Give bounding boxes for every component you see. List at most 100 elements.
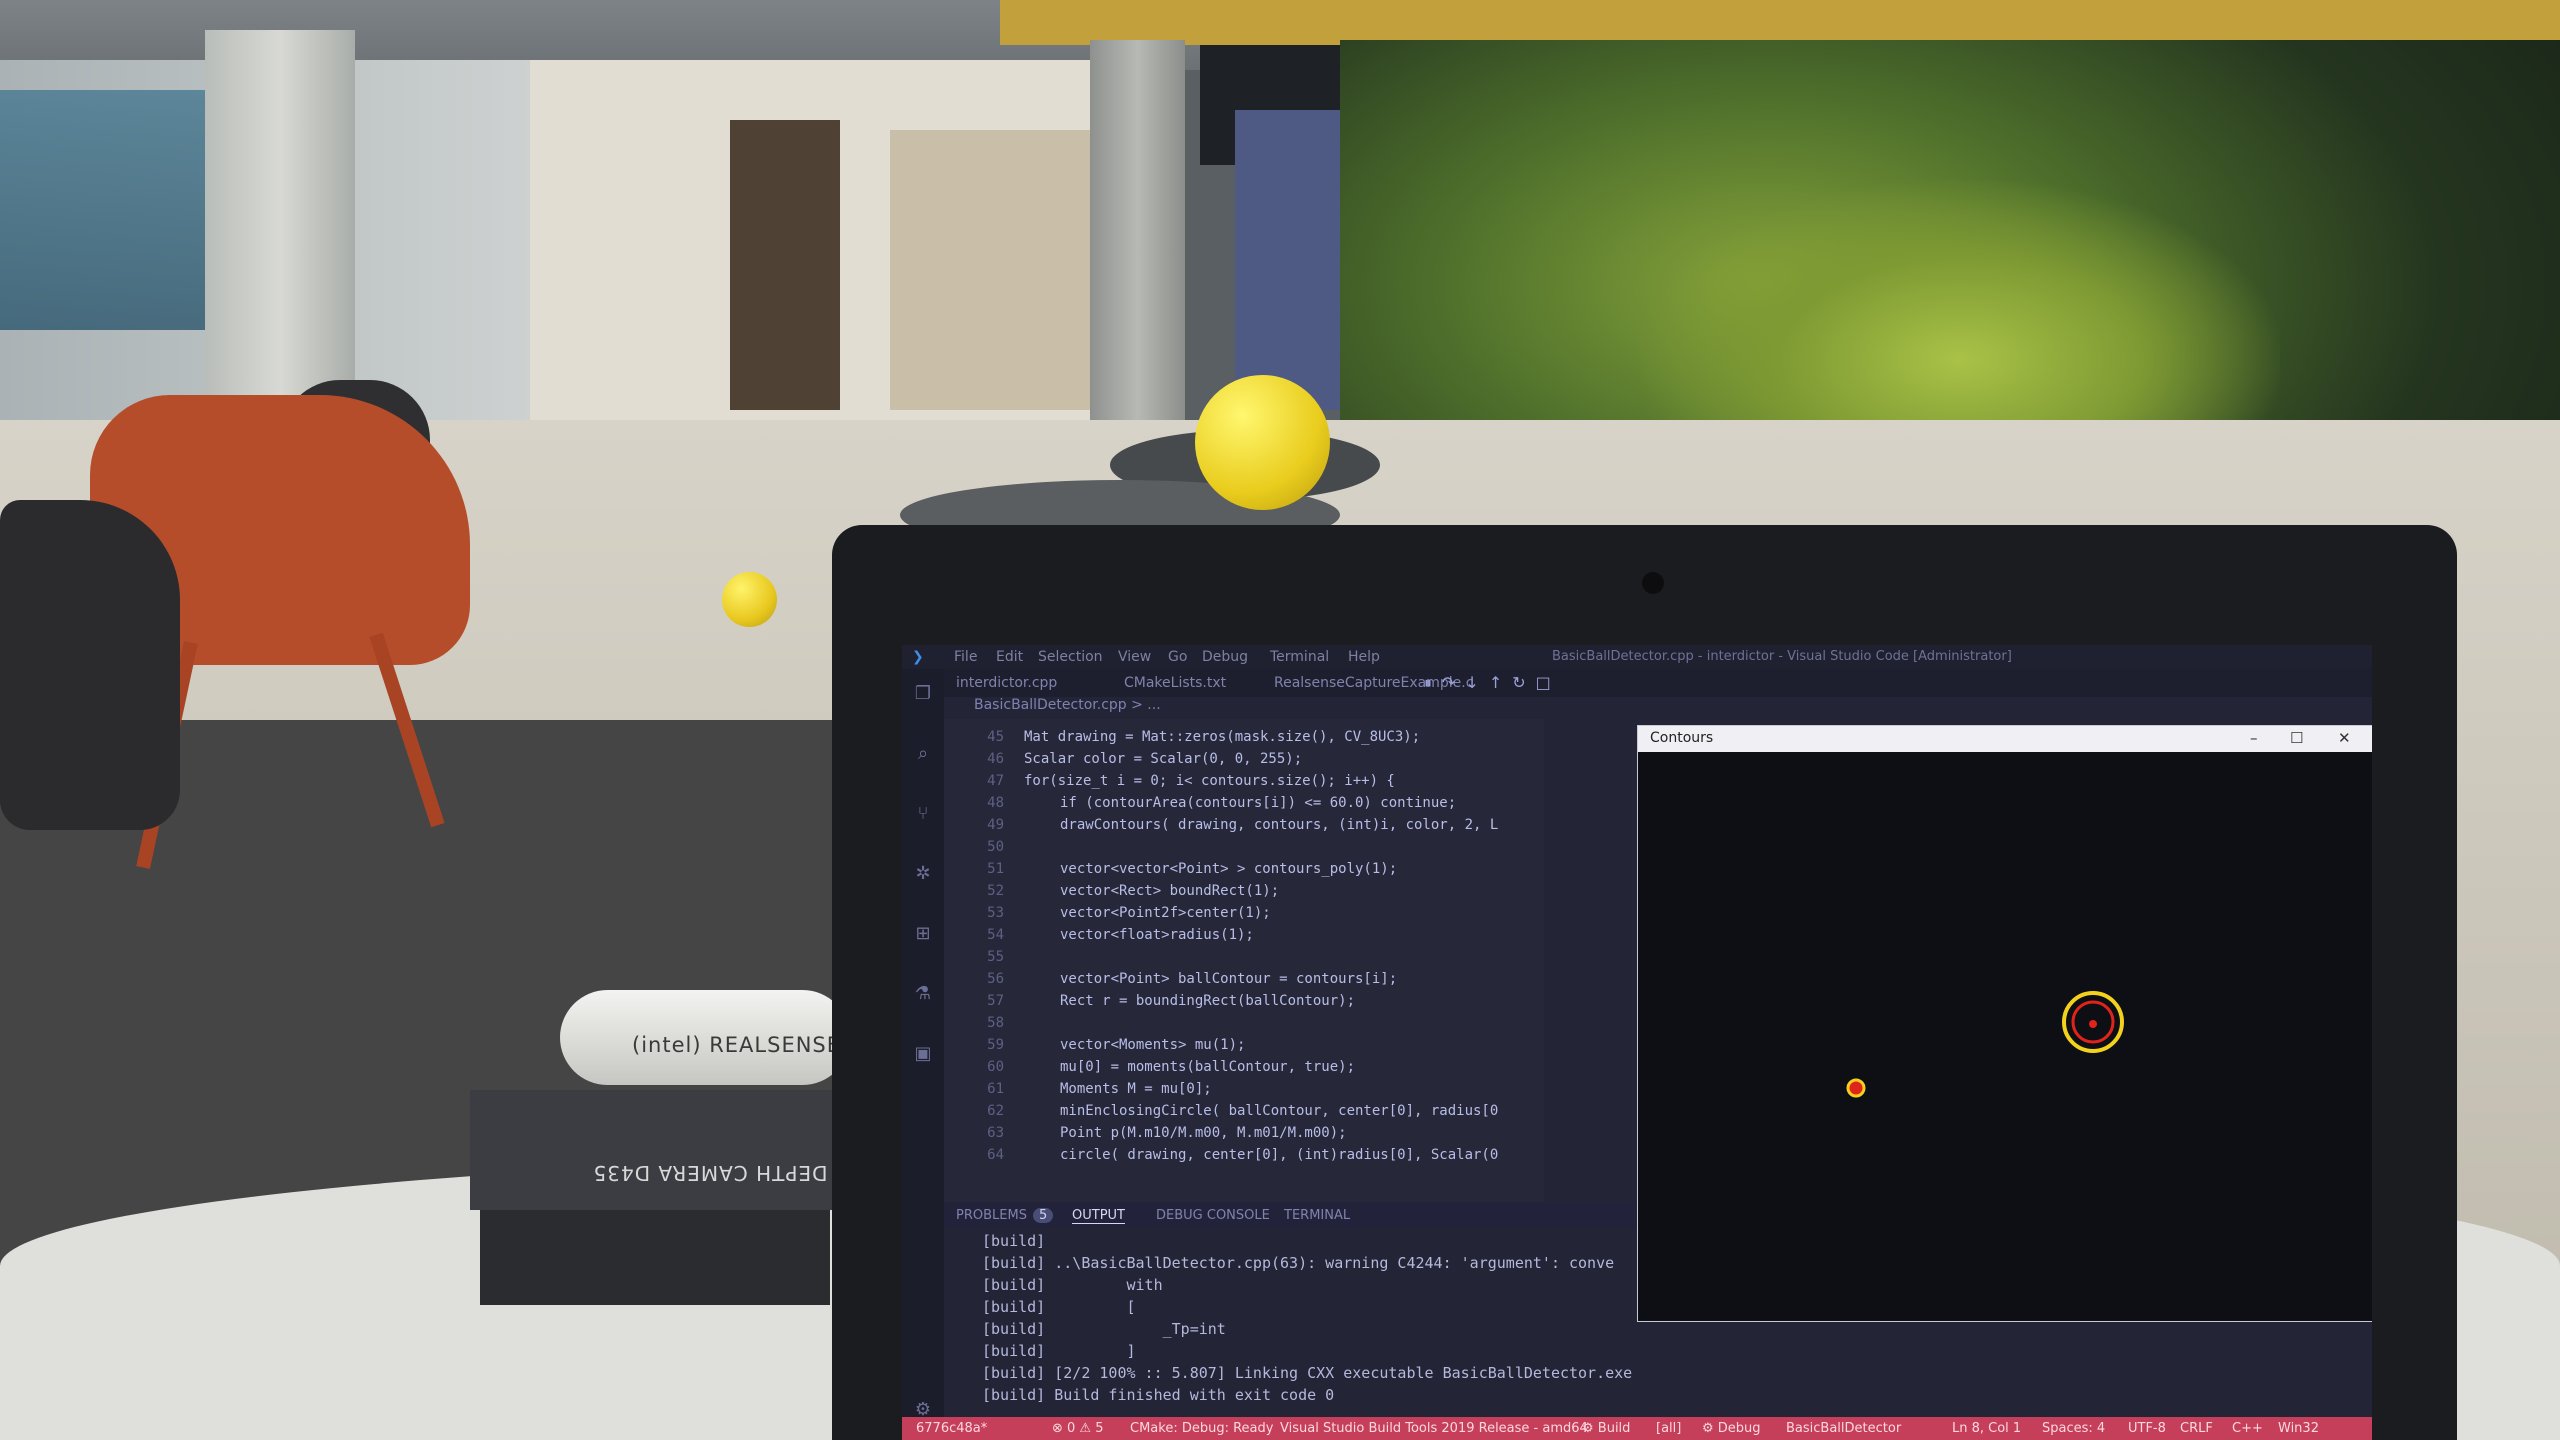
line-number: 54	[987, 927, 1004, 943]
remote-explorer-icon[interactable]: ▣	[912, 1043, 934, 1065]
test-flask-icon[interactable]: ⚗	[912, 983, 934, 1005]
contours-window: Contours – ☐ ✕	[1637, 725, 2372, 1322]
code-line: vector<Rect> boundRect(1);	[1060, 883, 1280, 899]
black-chair	[0, 500, 180, 830]
line-number: 57	[987, 993, 1004, 1009]
menu-help[interactable]: Help	[1348, 649, 1380, 665]
line-number: 59	[987, 1037, 1004, 1053]
vscode-logo-icon: ❯	[912, 649, 924, 665]
camera-box-side	[480, 1210, 830, 1305]
tab-problems-label: PROBLEMS	[956, 1208, 1027, 1223]
output-line: [build] with	[982, 1276, 1163, 1294]
status-kit[interactable]: Visual Studio Build Tools 2019 Release -…	[1280, 1421, 1588, 1436]
status-target[interactable]: [all]	[1656, 1421, 1681, 1436]
code-editor[interactable]: 45 Mat drawing = Mat::zeros(mask.size(), …	[944, 719, 1544, 1239]
tab-terminal[interactable]: TERMINAL	[1284, 1208, 1350, 1223]
step-out-icon[interactable]: ↑	[1489, 673, 1512, 692]
line-number: 64	[987, 1147, 1004, 1163]
extensions-icon[interactable]: ⊞	[912, 923, 934, 945]
output-line: [build] [	[982, 1298, 1136, 1316]
status-encoding[interactable]: UTF-8	[2128, 1421, 2166, 1436]
output-line: [build] ..\BasicBallDetector.cpp(63): wa…	[982, 1254, 1615, 1272]
status-launch-target[interactable]: BasicBallDetector	[1786, 1421, 1901, 1436]
line-number: 50	[987, 839, 1004, 855]
line-number: 46	[987, 751, 1004, 767]
menu-selection[interactable]: Selection	[1038, 649, 1103, 665]
status-problems[interactable]: ⊗ 0 ⚠ 5	[1052, 1421, 1104, 1436]
status-eol[interactable]: CRLF	[2180, 1421, 2213, 1436]
yellow-ball-far	[722, 572, 777, 627]
menu-go[interactable]: Go	[1168, 649, 1187, 665]
status-cmake[interactable]: CMake: Debug: Ready	[1130, 1421, 1273, 1436]
menu-edit[interactable]: Edit	[996, 649, 1023, 665]
line-number: 49	[987, 817, 1004, 833]
webcam	[1642, 572, 1664, 594]
minimize-icon[interactable]: –	[2250, 729, 2258, 747]
code-line: vector<Point> ballContour = contours[i];	[1060, 971, 1398, 987]
code-line: Moments M = mu[0];	[1060, 1081, 1212, 1097]
contours-titlebar[interactable]: Contours – ☐ ✕	[1638, 726, 2372, 752]
line-number: 52	[987, 883, 1004, 899]
line-number: 61	[987, 1081, 1004, 1097]
step-over-icon[interactable]: ↷	[1442, 673, 1465, 692]
restart-icon[interactable]: ↻	[1512, 673, 1535, 692]
stop-icon[interactable]: □	[1536, 673, 1561, 692]
status-bar: 6776c48a* ⊗ 0 ⚠ 5 CMake: Debug: Ready Vi…	[902, 1417, 2372, 1440]
status-language[interactable]: C++	[2232, 1421, 2263, 1436]
code-line: vector<Point2f>center(1);	[1060, 905, 1271, 921]
pillar	[1090, 40, 1185, 440]
box-label: DEPTH CAMERA D435	[592, 1161, 828, 1185]
status-branch[interactable]: 6776c48a*	[916, 1421, 987, 1436]
menu-debug[interactable]: Debug	[1202, 649, 1248, 665]
code-line: mu[0] = moments(ballContour, true);	[1060, 1059, 1356, 1075]
tab-debug-console[interactable]: DEBUG CONSOLE	[1156, 1208, 1270, 1223]
line-number: 60	[987, 1059, 1004, 1075]
step-into-icon[interactable]: ↓	[1465, 673, 1488, 692]
output-line: [build]	[982, 1232, 1046, 1250]
tab-problems[interactable]: PROBLEMS 5	[956, 1208, 1054, 1223]
close-icon[interactable]: ✕	[2338, 729, 2351, 747]
window-title: BasicBallDetector.cpp - interdictor - Vi…	[1552, 649, 2012, 664]
contours-window-title: Contours	[1650, 730, 1714, 746]
output-line: [build] ]	[982, 1342, 1136, 1360]
laptop-screen: ❯ File Edit Selection View Go Debug Term…	[902, 645, 2372, 1440]
search-icon[interactable]: ⌕	[912, 743, 934, 765]
code-line: Mat drawing = Mat::zeros(mask.size(), CV…	[1024, 729, 1421, 745]
menu-file[interactable]: File	[954, 649, 977, 665]
line-number: 48	[987, 795, 1004, 811]
problems-badge: 5	[1032, 1208, 1054, 1223]
pause-icon[interactable]: ⏸	[1424, 673, 1442, 692]
maximize-icon[interactable]: ☐	[2290, 729, 2303, 747]
status-spaces[interactable]: Spaces: 4	[2042, 1421, 2105, 1436]
tab-interdictor-cpp[interactable]: interdictor.cpp	[956, 675, 1057, 691]
explorer-icon[interactable]: ❐	[912, 683, 934, 705]
code-line: drawContours( drawing, contours, (int)i,…	[1060, 817, 1499, 833]
alcove	[890, 130, 1090, 410]
code-line: vector<float>radius(1);	[1060, 927, 1254, 943]
code-line: Point p(M.m10/M.m00, M.m01/M.m00);	[1060, 1125, 1347, 1141]
menu-view[interactable]: View	[1118, 649, 1151, 665]
line-number: 53	[987, 905, 1004, 921]
breadcrumb[interactable]: BasicBallDetector.cpp > ...	[974, 697, 1474, 719]
activity-bar: ❐ ⌕ ⑂ ✲ ⊞ ⚗ ▣ ⚙	[902, 669, 944, 1440]
line-number: 62	[987, 1103, 1004, 1119]
code-line: if (contourArea(contours[i]) <= 60.0) co…	[1060, 795, 1457, 811]
status-build[interactable]: ⚙ Build	[1582, 1421, 1630, 1436]
yellow-ball-near	[1195, 375, 1330, 510]
menu-terminal[interactable]: Terminal	[1270, 649, 1329, 665]
output-line: [build] Build finished with exit code 0	[982, 1386, 1335, 1404]
status-debug[interactable]: ⚙ Debug	[1702, 1421, 1761, 1436]
code-line: vector<Moments> mu(1);	[1060, 1037, 1246, 1053]
code-line: circle( drawing, center[0], (int)radius[…	[1060, 1147, 1499, 1163]
debug-toolbar: ⏸↷↓↑↻□	[1424, 673, 1561, 693]
source-control-icon[interactable]: ⑂	[912, 803, 934, 825]
debug-icon[interactable]: ✲	[912, 863, 934, 885]
status-position[interactable]: Ln 8, Col 1	[1952, 1421, 2021, 1436]
line-number: 55	[987, 949, 1004, 965]
large-ball-center	[2089, 1020, 2097, 1028]
tab-output[interactable]: OUTPUT	[1072, 1208, 1125, 1224]
contours-canvas	[1638, 752, 2372, 1321]
line-number: 56	[987, 971, 1004, 987]
tab-cmakelists[interactable]: CMakeLists.txt	[1124, 675, 1226, 691]
status-platform[interactable]: Win32	[2278, 1421, 2319, 1436]
